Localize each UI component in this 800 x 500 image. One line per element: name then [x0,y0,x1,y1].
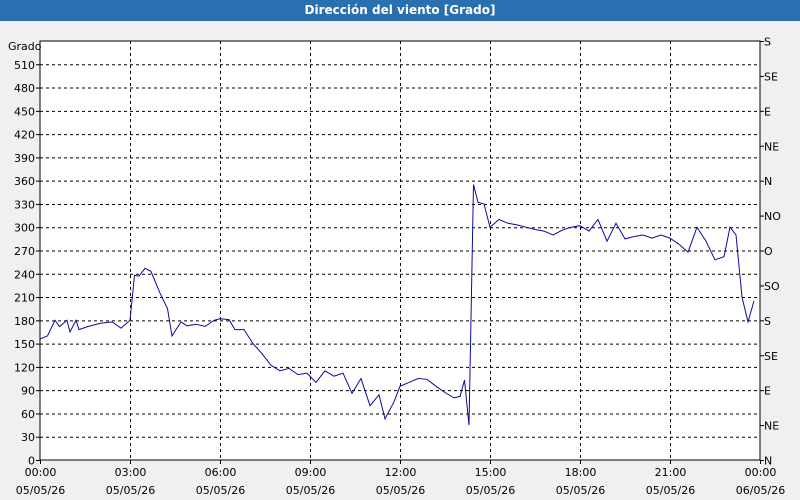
y2-tick-label: S [764,36,771,49]
y-tick-label: 420 [14,129,35,142]
x-tick-date: 05/05/26 [466,484,515,497]
y2-tick-label: E [764,385,771,398]
y2-tick-label: SO [764,280,780,293]
y-tick-label: 150 [14,338,35,351]
x-tick-date: 05/05/26 [196,484,245,497]
y-tick-label: 510 [14,59,35,72]
y2-tick-label: SE [764,350,778,363]
y-tick-label: 210 [14,292,35,305]
y-tick-label: 90 [21,385,35,398]
y-tick-label: 270 [14,245,35,258]
x-tick-time: 00:00 [745,466,777,479]
x-tick-time: 18:00 [565,466,597,479]
x-tick-date: 05/05/26 [106,484,155,497]
x-tick-time: 06:00 [205,466,237,479]
x-tick-time: 21:00 [655,466,687,479]
y-tick-label: 330 [14,198,35,211]
y-axis-left: 0306090120150180210240270300330360390420… [14,59,40,468]
x-tick-date: 05/05/26 [646,484,695,497]
y-tick-label: 180 [14,315,35,328]
x-tick-time: 12:00 [385,466,417,479]
x-tick-time: 09:00 [295,466,327,479]
y2-tick-label: SE [764,70,778,83]
y2-tick-label: NE [764,420,779,433]
x-tick-time: 00:00 [25,466,57,479]
y-tick-label: 300 [14,222,35,235]
x-tick-date: 05/05/26 [16,484,65,497]
y-axis-right: NNEESESSOONONNEESES [760,36,781,468]
chart-title: Dirección del viento [Grado] [0,0,800,21]
y-axis-label: Grado [8,40,42,53]
wind-direction-chart: 0306090120150180210240270300330360390420… [8,36,785,498]
x-tick-time: 15:00 [475,466,507,479]
y2-tick-label: E [764,105,771,118]
x-tick-date: 05/05/26 [556,484,605,497]
y-tick-label: 60 [21,408,35,421]
y2-tick-label: NO [764,210,781,223]
y-tick-label: 480 [14,82,35,95]
x-tick-time: 03:00 [115,466,147,479]
y2-tick-label: S [764,315,771,328]
y2-tick-label: O [764,245,773,258]
y2-tick-label: N [764,175,772,188]
y-tick-label: 450 [14,105,35,118]
y-tick-label: 120 [14,361,35,374]
y-tick-label: 360 [14,175,35,188]
x-tick-date: 05/05/26 [286,484,335,497]
y2-tick-label: NE [764,140,779,153]
y-tick-label: 240 [14,268,35,281]
y-tick-label: 30 [21,431,35,444]
x-tick-date: 05/05/26 [376,484,425,497]
y-tick-label: 390 [14,152,35,165]
x-axis: 00:00 05/05/26 03:00 05/05/26 06:00 05/05/26 0… [16,460,785,497]
x-tick-date: 06/05/26 [736,484,785,497]
